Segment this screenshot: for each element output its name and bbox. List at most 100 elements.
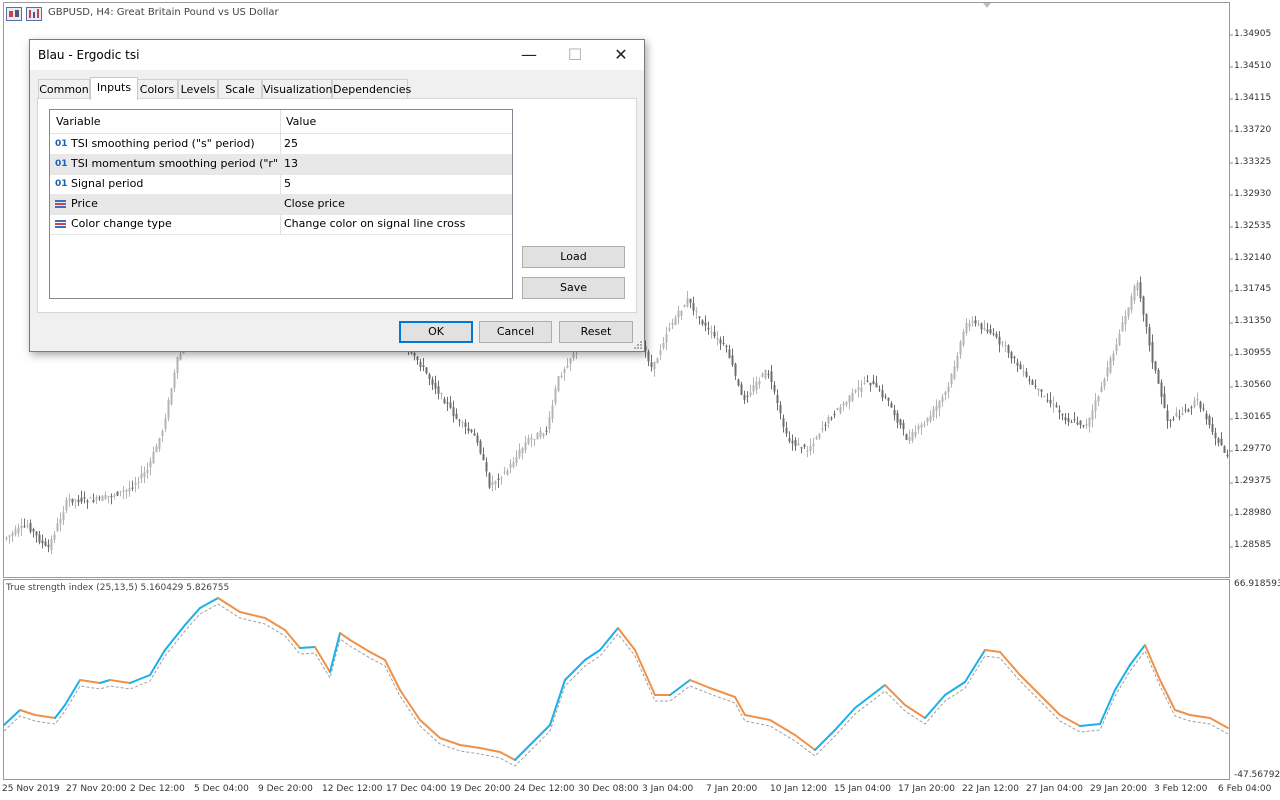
tsi-line-segment <box>339 632 351 641</box>
candle-body <box>542 433 545 437</box>
tab-scale[interactable]: Scale <box>218 79 262 99</box>
price-label: 1.31745 <box>1234 284 1272 294</box>
candle-body <box>671 322 674 325</box>
ok-button[interactable]: OK <box>399 321 473 343</box>
candle-body <box>812 443 815 446</box>
candle-body <box>941 396 944 402</box>
candle-body <box>1091 410 1094 420</box>
candle-body <box>422 365 425 367</box>
candle-body <box>662 342 665 348</box>
candle-body <box>1073 418 1076 420</box>
price-label: 1.28980 <box>1234 508 1272 518</box>
candle-body <box>443 398 446 404</box>
close-button[interactable]: ✕ <box>598 40 644 70</box>
integer-type-icon: 01 <box>55 159 68 169</box>
candle-body <box>74 499 77 501</box>
chart-indicators-icon[interactable] <box>26 7 42 21</box>
candle-body <box>518 450 521 457</box>
tab-colors[interactable]: Colors <box>136 79 178 99</box>
candle-body <box>1013 356 1016 359</box>
candle-body <box>431 379 434 385</box>
candle-body <box>899 419 902 426</box>
candle-body <box>566 365 569 368</box>
candle-body <box>101 496 104 502</box>
candle-body <box>860 387 863 392</box>
candle-body <box>1175 412 1178 416</box>
date-label: 17 Jan 20:00 <box>898 784 955 794</box>
candle-body <box>464 422 467 427</box>
variable-value[interactable]: Close price <box>284 194 508 214</box>
variable-name: TSI smoothing period ("s" period) <box>71 137 255 150</box>
minimize-button[interactable]: — <box>506 40 552 70</box>
chart-window-icon[interactable] <box>6 7 22 21</box>
variable-value[interactable]: 5 <box>284 174 508 194</box>
candle-body <box>413 352 416 356</box>
candle-body <box>902 423 905 430</box>
candle-body <box>473 433 476 436</box>
tsi-line-segment <box>79 679 101 684</box>
candle-body <box>932 408 935 418</box>
tsi-line-segment <box>459 744 481 749</box>
candle-body <box>1028 379 1031 381</box>
grid-header: Variable Value <box>50 110 512 134</box>
candle-body <box>131 487 134 489</box>
date-label: 2 Dec 12:00 <box>130 784 185 794</box>
tab-inputs[interactable]: Inputs <box>90 77 138 100</box>
save-button[interactable]: Save <box>522 277 625 299</box>
load-button[interactable]: Load <box>522 246 625 268</box>
candle-body <box>140 473 143 479</box>
header-variable[interactable]: Variable <box>50 110 280 133</box>
dialog-titlebar[interactable]: Blau - Ergodic tsi — ☐ ✕ <box>30 40 644 70</box>
candle-body <box>62 512 65 521</box>
tsi-line-segment <box>384 659 401 691</box>
candle-body <box>155 446 158 453</box>
candle-body <box>896 413 899 423</box>
candle-body <box>935 405 938 411</box>
candle-body <box>776 394 779 404</box>
resize-grip-icon[interactable] <box>634 341 642 349</box>
candle-body <box>488 473 491 488</box>
reset-button[interactable]: Reset <box>559 321 633 343</box>
tsi-line-segment <box>19 709 36 716</box>
tsi-line-segment <box>1059 714 1081 727</box>
candle-body <box>701 320 704 325</box>
candle-body <box>734 363 737 376</box>
variable-value[interactable]: 25 <box>284 134 508 154</box>
candle-body <box>944 392 947 396</box>
variable-value[interactable]: Change color on signal line cross <box>284 214 508 234</box>
candle-body <box>1094 400 1097 412</box>
tab-common[interactable]: Common <box>38 79 90 99</box>
candle-body <box>965 322 968 334</box>
tab-visualization[interactable]: Visualization <box>262 79 332 99</box>
table-row[interactable]: Color change type Change color on signal… <box>50 214 512 235</box>
table-row[interactable]: Price Close price <box>50 194 512 215</box>
candle-body <box>938 401 941 409</box>
date-label: 19 Dec 20:00 <box>450 784 511 794</box>
table-row[interactable]: 01 Signal period 5 <box>50 174 512 195</box>
tsi-line-segment <box>314 646 331 673</box>
integer-type-icon: 01 <box>55 139 68 149</box>
candle-body <box>1160 382 1163 397</box>
tsi-line-segment <box>924 694 946 719</box>
maximize-button[interactable]: ☐ <box>552 40 598 70</box>
candle-body <box>764 370 767 379</box>
candle-body <box>494 481 497 485</box>
table-row[interactable]: 01 TSI smoothing period ("s" period) 25 <box>50 134 512 155</box>
cancel-button[interactable]: Cancel <box>479 321 552 343</box>
candle-body <box>1220 438 1223 446</box>
candle-body <box>1043 395 1046 397</box>
candle-body <box>716 338 719 340</box>
candle-body <box>761 373 764 378</box>
date-label: 5 Dec 04:00 <box>194 784 249 794</box>
candle-body <box>428 374 431 379</box>
candle-body <box>506 470 509 475</box>
table-row[interactable]: 01 TSI momentum smoothing period ("r" pe… <box>50 154 512 175</box>
candle-body <box>959 342 962 355</box>
variable-value[interactable]: 13 <box>284 154 508 174</box>
tab-dependencies[interactable]: Dependencies <box>332 79 411 99</box>
tab-levels[interactable]: Levels <box>178 79 218 99</box>
header-value[interactable]: Value <box>280 110 512 133</box>
candle-body <box>1205 413 1208 420</box>
candle-body <box>467 428 470 432</box>
candle-body <box>1157 369 1160 384</box>
